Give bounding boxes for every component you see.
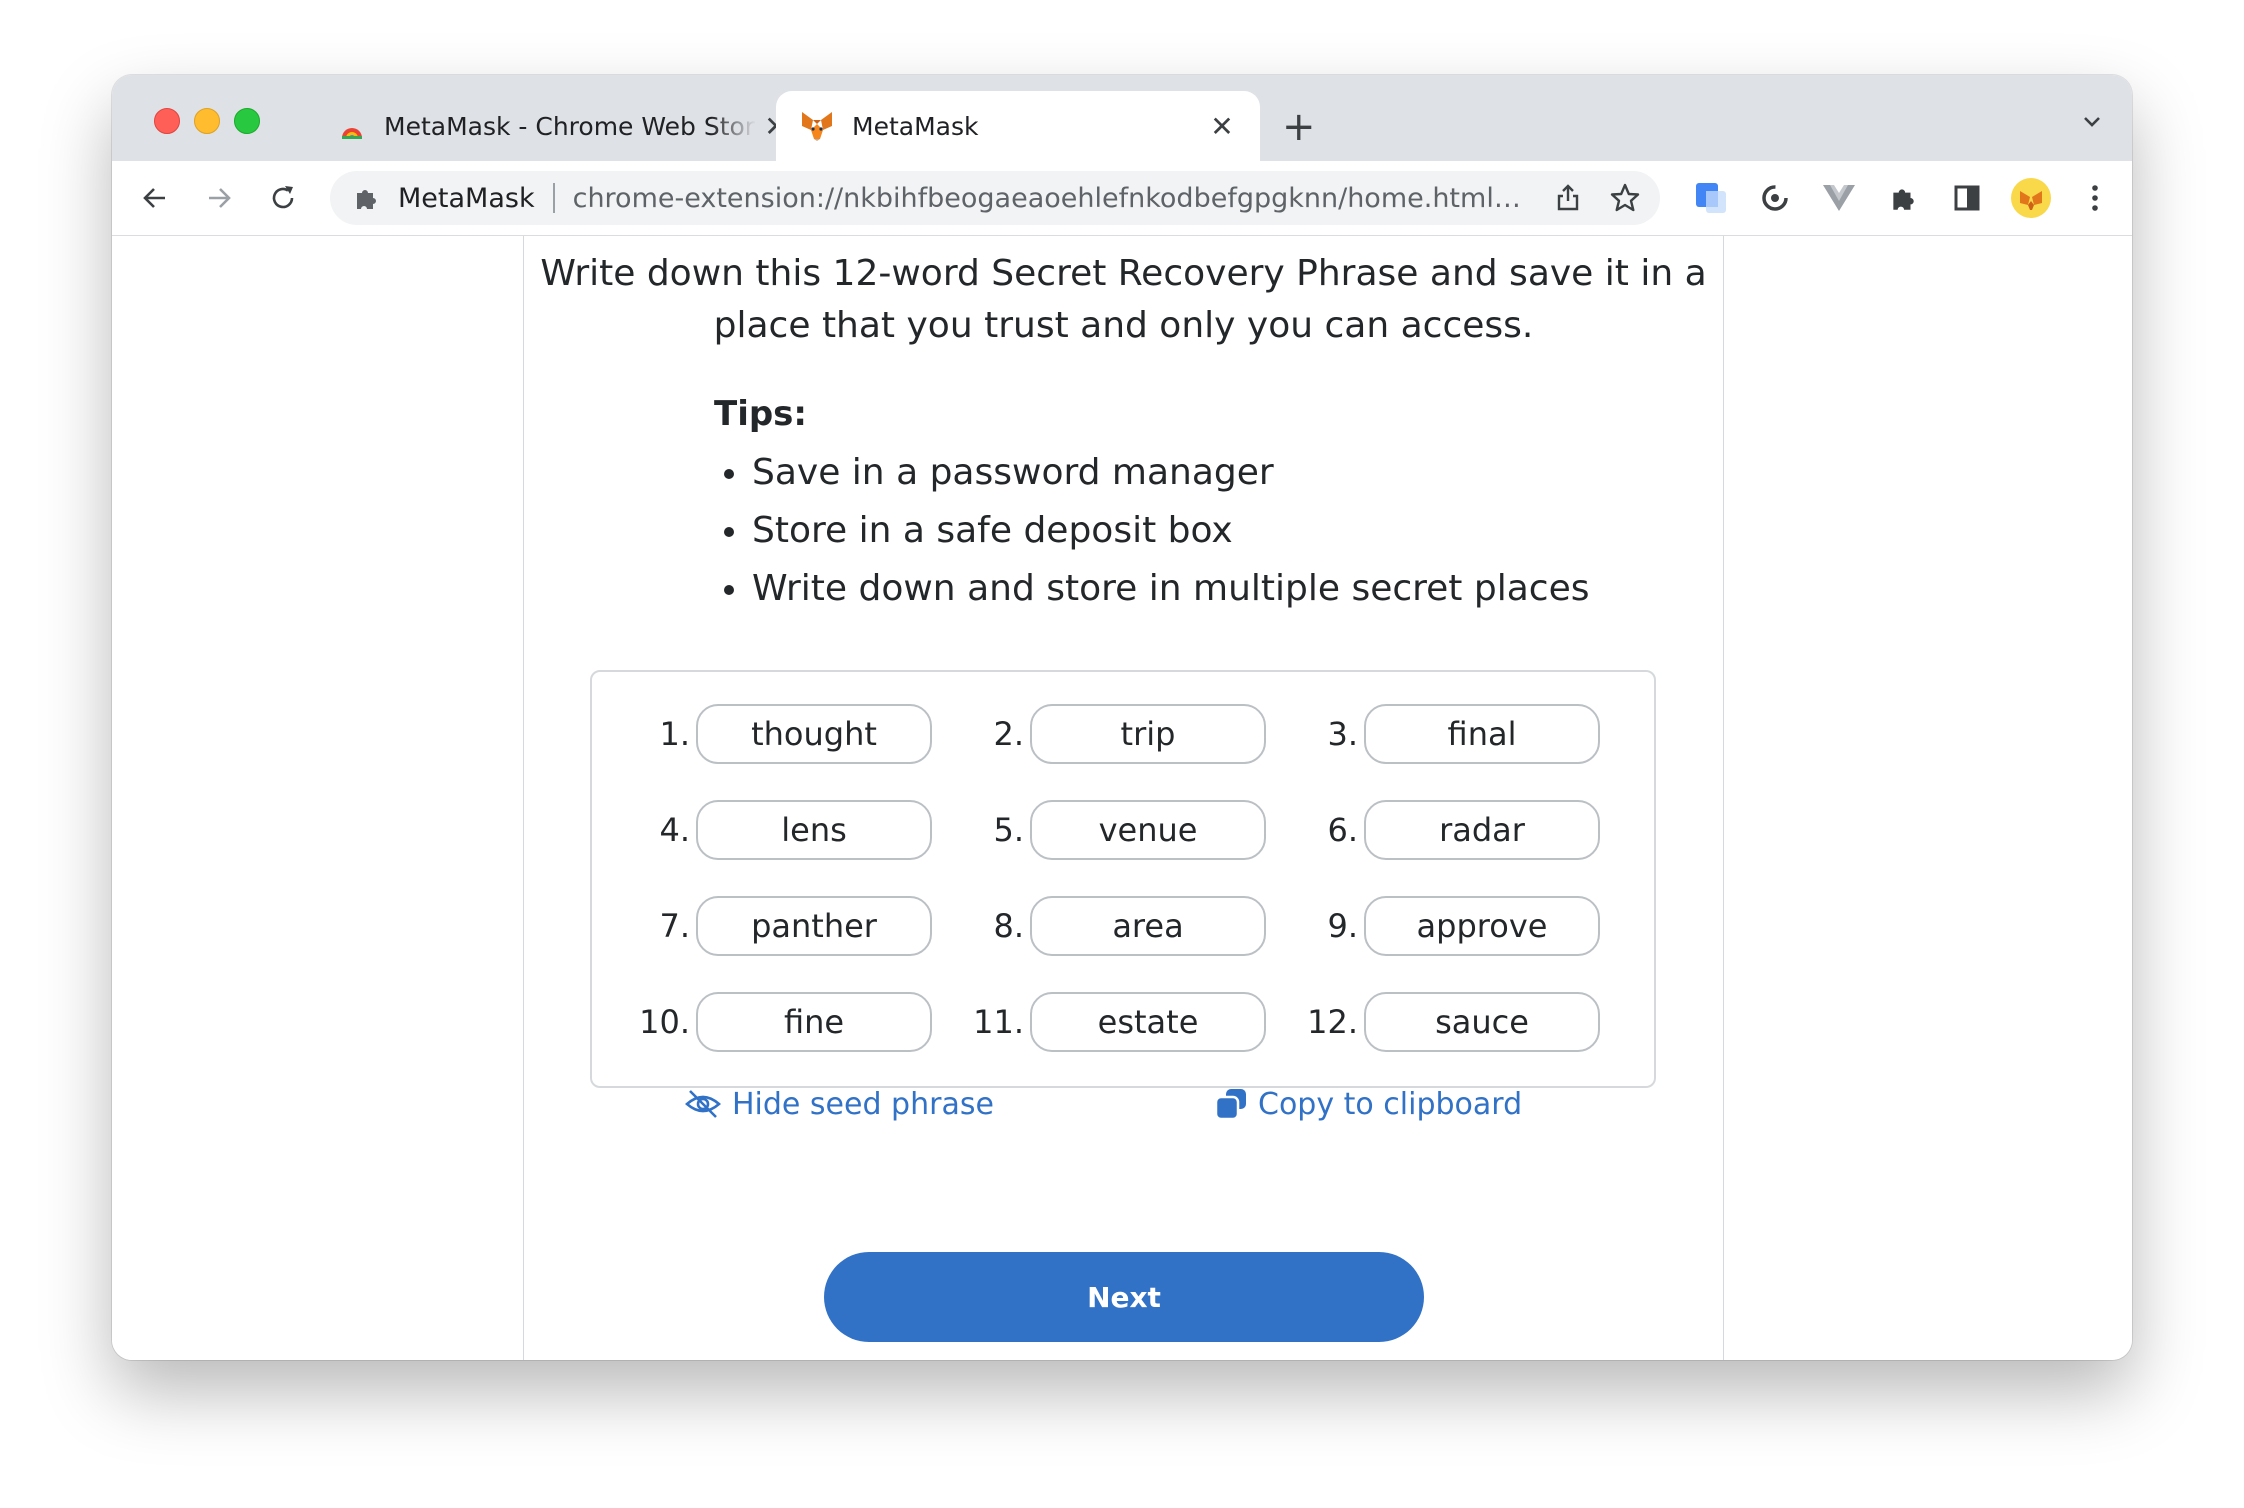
tip-text: Write down and store in multiple secret …: [752, 568, 1590, 609]
seed-word-item: 1. thought: [630, 702, 932, 766]
tab-search-chevron-icon[interactable]: [2080, 109, 2104, 137]
seed-word-pill: panther: [696, 896, 932, 956]
extension-puzzle-icon: [357, 190, 376, 209]
close-window-button[interactable]: [154, 108, 180, 134]
seed-word-pill: estate: [1030, 992, 1266, 1052]
secret-recovery-phrase-box: 1. thought 2. trip 3. final 4. lens 5. v…: [590, 670, 1656, 1088]
seed-word-number: 11.: [973, 1003, 1024, 1041]
seed-word-pill: final: [1364, 704, 1600, 764]
share-icon[interactable]: [1553, 183, 1583, 213]
browser-toolbar: MetaMask chrome-extension://nkbihfbeogae…: [112, 161, 2132, 236]
seed-word-number: 4.: [659, 811, 690, 849]
tips-title: Tips:: [714, 394, 808, 434]
vue-devtools-icon[interactable]: [1816, 175, 1862, 221]
seed-word-number: 5.: [993, 811, 1024, 849]
seed-word-item: 2. trip: [964, 702, 1266, 766]
instruction-line: Write down this 12-word Secret Recovery …: [540, 253, 1707, 294]
omnibox-url[interactable]: chrome-extension://nkbihfbeogaeaoehlefnk…: [573, 183, 1533, 214]
seed-word-number: 6.: [1327, 811, 1358, 849]
google-translate-icon[interactable]: [1688, 175, 1734, 221]
seed-word-number: 2.: [993, 715, 1024, 753]
instruction-text: Write down this 12-word Secret Recovery …: [524, 248, 1723, 352]
seed-word-item: 4. lens: [630, 798, 932, 862]
metamask-fox-icon: [802, 112, 832, 141]
seed-word-item: 11. estate: [964, 990, 1266, 1054]
tips-section: Tips: Save in a password manager Store i…: [714, 394, 1589, 618]
chrome-web-store-icon: [342, 128, 362, 139]
reload-icon[interactable]: [260, 175, 306, 221]
omnibox-site-name: MetaMask: [398, 182, 535, 214]
page-content: Write down this 12-word Secret Recovery …: [112, 236, 2132, 1360]
seed-word-number: 10.: [639, 1003, 690, 1041]
tip-item: Save in a password manager: [714, 444, 1589, 502]
seed-word-item: 7. panther: [630, 894, 932, 958]
seed-word-item: 6. radar: [1298, 798, 1600, 862]
copy-to-clipboard-label: Copy to clipboard: [1258, 1086, 1523, 1122]
tab-title: MetaMask - Chrome Web Store: [384, 111, 756, 141]
seed-word-number: 9.: [1327, 907, 1358, 945]
copy-to-clipboard-button[interactable]: Copy to clipboard: [1214, 1074, 1522, 1134]
sync-extension-icon[interactable]: [1752, 175, 1798, 221]
back-arrow-icon[interactable]: [132, 175, 178, 221]
hide-seed-phrase-label: Hide seed phrase: [732, 1086, 994, 1122]
seed-word-item: 8. area: [964, 894, 1266, 958]
hide-seed-phrase-button[interactable]: Hide seed phrase: [684, 1074, 994, 1134]
tip-text: Store in a safe deposit box: [752, 510, 1233, 551]
browser-window: MetaMask - Chrome Web Store ✕ MetaMask ✕…: [112, 75, 2132, 1360]
tip-item: Store in a safe deposit box: [714, 502, 1589, 560]
seed-word-number: 8.: [993, 907, 1024, 945]
eye-slash-icon: [685, 1090, 721, 1118]
kebab-menu-icon[interactable]: [2072, 175, 2118, 221]
profile-avatar-icon[interactable]: [2008, 175, 2054, 221]
seed-word-number: 1.: [659, 715, 690, 753]
omnibox-separator: [552, 183, 555, 213]
bullet: [724, 469, 734, 479]
bullet: [724, 585, 734, 595]
seed-word-item: 12. sauce: [1298, 990, 1600, 1054]
tab-close-icon[interactable]: ✕: [1202, 110, 1242, 143]
minimize-window-button[interactable]: [194, 108, 220, 134]
seed-word-number: 12.: [1307, 1003, 1358, 1041]
tip-item: Write down and store in multiple secret …: [714, 560, 1589, 618]
seed-word-item: 10. fine: [630, 990, 932, 1054]
title-bar: MetaMask - Chrome Web Store ✕ MetaMask ✕…: [112, 75, 2132, 161]
seed-word-item: 3. final: [1298, 702, 1600, 766]
next-button[interactable]: Next: [824, 1252, 1424, 1342]
bullet: [724, 527, 734, 537]
bookmark-star-icon[interactable]: [1609, 182, 1641, 214]
side-panel-icon[interactable]: [1944, 175, 1990, 221]
new-tab-button[interactable]: +: [1282, 97, 1316, 157]
address-bar[interactable]: MetaMask chrome-extension://nkbihfbeogae…: [330, 171, 1660, 225]
seed-word-number: 7.: [659, 907, 690, 945]
instruction-line: place that you trust and only you can ac…: [713, 305, 1534, 346]
tip-text: Save in a password manager: [752, 452, 1274, 493]
onboarding-panel: Write down this 12-word Secret Recovery …: [523, 236, 1724, 1360]
seed-word-pill: thought: [696, 704, 932, 764]
seed-word-pill: trip: [1030, 704, 1266, 764]
seed-word-number: 3.: [1327, 715, 1358, 753]
forward-arrow-icon[interactable]: [196, 175, 242, 221]
seed-word-pill: sauce: [1364, 992, 1600, 1052]
seed-word-pill: lens: [696, 800, 932, 860]
seed-word-item: 9. approve: [1298, 894, 1600, 958]
seed-word-pill: fine: [696, 992, 932, 1052]
seed-word-item: 5. venue: [964, 798, 1266, 862]
tab-title: MetaMask: [852, 111, 979, 141]
tab-metamask[interactable]: MetaMask ✕: [776, 91, 1260, 161]
copy-icon: [1214, 1089, 1246, 1121]
seed-word-pill: radar: [1364, 800, 1600, 860]
extensions-puzzle-icon[interactable]: [1880, 175, 1926, 221]
seed-word-pill: venue: [1030, 800, 1266, 860]
zoom-window-button[interactable]: [234, 108, 260, 134]
seed-word-pill: area: [1030, 896, 1266, 956]
seed-word-pill: approve: [1364, 896, 1600, 956]
